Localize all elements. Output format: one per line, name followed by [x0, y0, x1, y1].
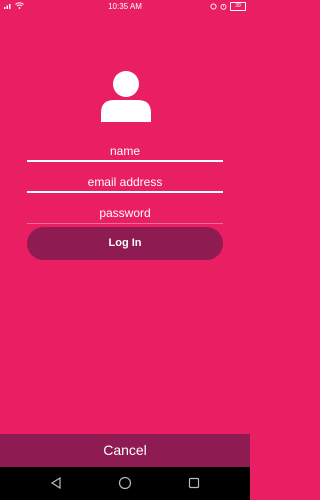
alarm-icon — [220, 3, 227, 10]
back-icon[interactable] — [50, 477, 62, 489]
email-field[interactable]: email address — [27, 171, 223, 193]
cancel-button[interactable]: Cancel — [0, 434, 250, 467]
person-icon — [101, 71, 151, 122]
status-bar: 10:35 AM 39 — [0, 0, 250, 14]
name-field[interactable]: name — [27, 140, 223, 162]
login-button[interactable]: Log In — [27, 227, 223, 260]
sync-icon — [210, 3, 217, 10]
password-field[interactable]: password — [27, 202, 223, 224]
recent-apps-icon[interactable] — [188, 477, 200, 489]
home-icon[interactable] — [118, 476, 132, 490]
status-right-icons: 39 — [210, 2, 246, 11]
battery-icon: 39 — [230, 2, 246, 11]
system-nav-bar — [0, 467, 250, 500]
